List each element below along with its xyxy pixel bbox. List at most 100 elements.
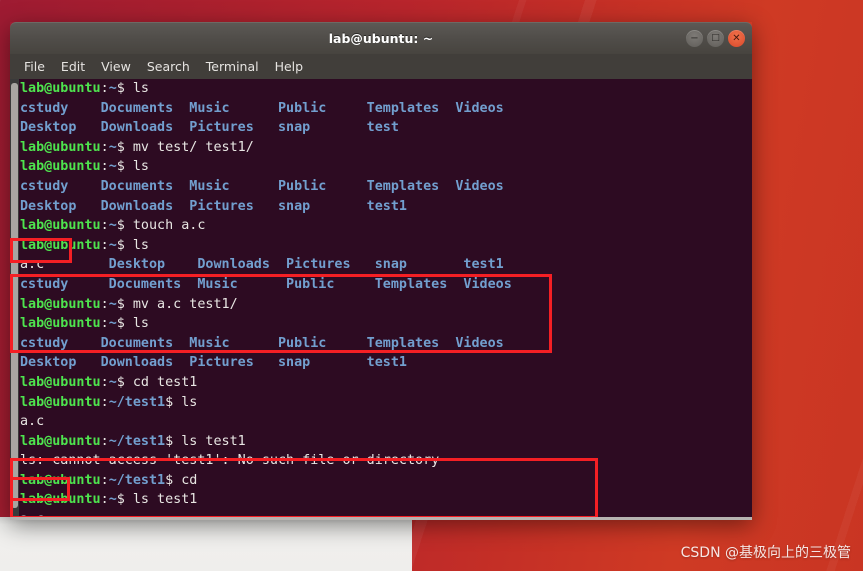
close-button[interactable]: ✕ (728, 30, 745, 47)
terminal-output-line: a.c (20, 412, 745, 432)
terminal-prompt-line: lab@ubuntu:~$ ls (20, 314, 745, 334)
menu-item-help[interactable]: Help (275, 54, 304, 79)
prompt-path: ~ (108, 296, 117, 312)
terminal-command: ls test1 (132, 492, 198, 508)
prompt-colon: : (100, 492, 109, 508)
desktop-background: lab@ubuntu: ~ − □ ✕ File Edit View Searc… (0, 0, 863, 571)
prompt-path: ~/test1 (108, 472, 166, 488)
prompt-colon: : (100, 218, 109, 234)
prompt-dollar: $ (116, 237, 133, 253)
terminal-output-line: cstudy Documents Music Public Templates … (20, 99, 745, 119)
prompt-user-host: lab@ubuntu (20, 237, 101, 253)
prompt-colon: : (100, 237, 109, 253)
prompt-colon: : (100, 316, 109, 332)
prompt-user-host: lab@ubuntu (20, 159, 101, 175)
background-document-sheet (0, 517, 412, 571)
maximize-icon: □ (711, 33, 720, 43)
prompt-user-host: lab@ubuntu (20, 81, 101, 96)
prompt-dollar: $ (116, 316, 133, 332)
terminal-command: touch a.c (132, 218, 206, 234)
terminal-prompt-line: lab@ubuntu:~$ ls test1 (20, 490, 745, 510)
prompt-colon: : (100, 433, 109, 449)
prompt-path: ~/test1 (108, 394, 166, 410)
directory-listing: Desktop Downloads Pictures snap test1 (20, 355, 407, 371)
terminal-scrollbar-thumb[interactable] (11, 83, 18, 508)
prompt-user-host: lab@ubuntu (20, 139, 101, 155)
prompt-path: ~ (108, 237, 117, 253)
directory-listing: Desktop Downloads Pictures snap test1 (20, 198, 407, 214)
prompt-user-host: lab@ubuntu (20, 472, 101, 488)
window-bottom-edge (10, 517, 752, 520)
minimize-icon: − (690, 32, 699, 44)
prompt-user-host: lab@ubuntu (20, 433, 101, 449)
menu-item-view[interactable]: View (101, 54, 131, 79)
terminal-output-line: Desktop Downloads Pictures snap test (20, 118, 745, 138)
prompt-dollar: $ (116, 139, 133, 155)
terminal-output-line: a.c Desktop Downloads Pictures snap test… (20, 255, 745, 275)
terminal-scrollbar[interactable] (10, 79, 19, 520)
terminal-command: mv test/ test1/ (132, 139, 254, 155)
file-name-ac: a.c (20, 257, 45, 273)
prompt-dollar: $ (116, 218, 133, 234)
prompt-user-host: lab@ubuntu (20, 296, 101, 312)
prompt-path: ~/test1 (108, 433, 166, 449)
directory-listing: cstudy Documents Music Public Templates … (20, 100, 504, 116)
prompt-dollar: $ (116, 81, 133, 96)
terminal-command: cd (181, 472, 198, 488)
terminal-prompt-line: lab@ubuntu:~$ touch a.c (20, 216, 745, 236)
terminal-prompt-line: lab@ubuntu:~/test1$ cd (20, 471, 745, 491)
prompt-user-host: lab@ubuntu (20, 394, 101, 410)
window-titlebar[interactable]: lab@ubuntu: ~ − □ ✕ (10, 22, 752, 54)
terminal-output-line: ls: cannot access 'test1': No such file … (20, 451, 745, 471)
terminal-command: mv a.c test1/ (132, 296, 238, 312)
terminal-prompt-line: lab@ubuntu:~$ cd test1 (20, 373, 745, 393)
terminal-prompt-line: lab@ubuntu:~/test1$ ls test1 (20, 432, 745, 452)
prompt-user-host: lab@ubuntu (20, 492, 101, 508)
close-icon: ✕ (732, 32, 741, 44)
terminal-command: cd test1 (132, 374, 198, 390)
terminal-output-line: cstudy Documents Music Public Templates … (20, 275, 745, 295)
terminal-prompt-line: lab@ubuntu:~$ mv a.c test1/ (20, 295, 745, 315)
terminal-prompt-line: lab@ubuntu:~$ ls (20, 157, 745, 177)
prompt-colon: : (100, 394, 109, 410)
prompt-dollar: $ (116, 492, 133, 508)
menubar[interactable]: File Edit View Search Terminal Help (10, 54, 752, 79)
menu-item-search[interactable]: Search (147, 54, 190, 79)
prompt-colon: : (100, 159, 109, 175)
prompt-colon: : (100, 139, 109, 155)
prompt-path: ~ (108, 159, 117, 175)
prompt-colon: : (100, 81, 109, 96)
prompt-path: ~ (108, 139, 117, 155)
window-title: lab@ubuntu: ~ (328, 31, 434, 46)
prompt-dollar: $ (165, 433, 182, 449)
terminal-command: ls (181, 394, 198, 410)
terminal-prompt-line: lab@ubuntu:~$ ls (20, 236, 745, 256)
prompt-colon: : (100, 296, 109, 312)
terminal-output-area[interactable]: lab@ubuntu:~$ ls cstudy Documents Music P… (10, 79, 752, 520)
terminal-output-line: cstudy Documents Music Public Templates … (20, 334, 745, 354)
directory-listing: cstudy Documents Music Public Templates … (20, 276, 512, 292)
terminal-window[interactable]: lab@ubuntu: ~ − □ ✕ File Edit View Searc… (10, 22, 752, 520)
maximize-button[interactable]: □ (707, 30, 724, 47)
directory-listing: cstudy Documents Music Public Templates … (20, 335, 504, 351)
terminal-command: ls (132, 237, 149, 253)
prompt-path: ~ (108, 374, 117, 390)
terminal-output-line: cstudy Documents Music Public Templates … (20, 177, 745, 197)
prompt-dollar: $ (116, 374, 133, 390)
terminal-command: ls test1 (181, 433, 246, 449)
menu-item-file[interactable]: File (24, 54, 45, 79)
terminal-command: ls (132, 81, 149, 96)
menu-item-terminal[interactable]: Terminal (206, 54, 259, 79)
window-controls[interactable]: − □ ✕ (686, 30, 745, 47)
terminal-prompt-line: lab@ubuntu:~$ mv test/ test1/ (20, 138, 745, 158)
terminal-output: a.c (20, 414, 45, 430)
directory-listing: Desktop Downloads Pictures snap test (20, 120, 399, 136)
prompt-path: ~ (108, 218, 117, 234)
minimize-button[interactable]: − (686, 30, 703, 47)
menu-item-edit[interactable]: Edit (61, 54, 85, 79)
terminal-output: ls: cannot access 'test1': No such file … (20, 453, 440, 469)
prompt-dollar: $ (165, 472, 182, 488)
prompt-dollar: $ (116, 296, 133, 312)
prompt-user-host: lab@ubuntu (20, 374, 101, 390)
terminal-prompt-line: lab@ubuntu:~/test1$ ls (20, 393, 745, 413)
